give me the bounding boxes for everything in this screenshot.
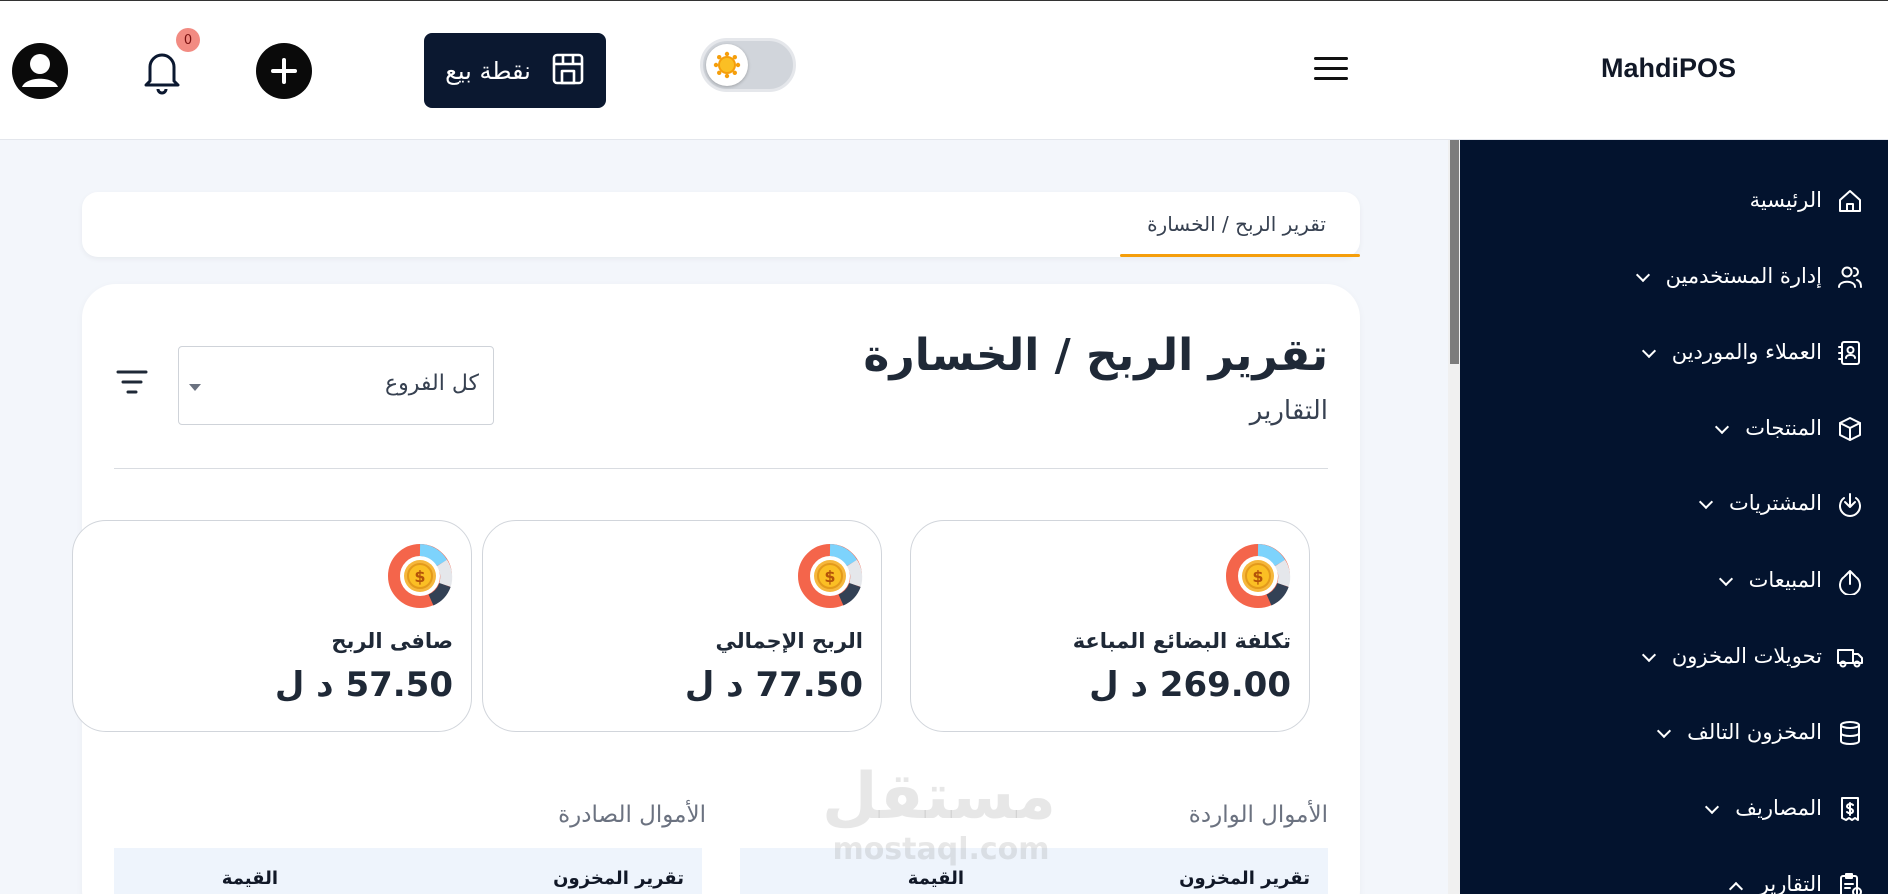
sidebar-item-label: الرئيسية [1749, 188, 1822, 212]
sidebar-item-3[interactable]: العملاء والموردين [1460, 328, 1888, 378]
receipt-icon [1841, 797, 1859, 821]
sidebar-item-4[interactable]: المنتجات [1460, 404, 1888, 454]
sidebar-item-6[interactable]: المبيعات [1460, 556, 1888, 606]
notification-badge: 0 [176, 28, 200, 52]
stat-card: $ تكلفة البضائع المباعة 269.00 د ل [910, 520, 1310, 732]
sidebar-item-10[interactable]: التقارير [1460, 860, 1888, 894]
sidebar-item-label: المنتجات [1715, 416, 1822, 440]
breadcrumb-current[interactable]: تقرير الربح / الخسارة [1147, 212, 1326, 236]
coin-chart-icon: $ [1226, 544, 1291, 608]
svg-text:$: $ [414, 567, 425, 586]
stat-card: $ صافى الربح 57.50 د ل [72, 520, 472, 732]
filter-icon[interactable] [116, 368, 148, 396]
branch-select-value: كل الفروع [385, 371, 479, 396]
chevron-down-icon [1698, 494, 1714, 510]
chevron-down-icon [1715, 419, 1730, 435]
chevron-down-icon [1641, 343, 1656, 359]
sidebar-item-label: المبيعات [1718, 568, 1822, 592]
branch-select[interactable]: كل الفروع [178, 346, 494, 425]
sidebar-item-5[interactable]: المشتريات [1460, 479, 1888, 529]
chevron-down-icon [1718, 571, 1733, 587]
svg-text:$: $ [1252, 567, 1263, 586]
report-icon [1840, 873, 1862, 894]
plus-icon [271, 58, 297, 84]
outgoing-col-value: القيمة [221, 868, 278, 889]
sidebar-item-label: العملاء والموردين [1641, 340, 1822, 364]
add-button[interactable] [256, 43, 312, 99]
page-title: تقرير الربح / الخسارة [863, 330, 1328, 381]
sun-icon [706, 44, 748, 86]
sidebar-item-9[interactable]: المصاريف [1460, 784, 1888, 834]
caret-down-icon [189, 384, 201, 391]
outgoing-col-report: تقرير المخزون [553, 868, 684, 889]
incoming-col-report: تقرير المخزون [1179, 868, 1310, 889]
download-icon [1839, 493, 1861, 517]
store-icon [551, 52, 585, 90]
sidebar-item-label: التقارير [1728, 872, 1822, 894]
coin-chart-icon: $ [388, 544, 453, 608]
home-icon [1839, 190, 1861, 212]
top-bar: MahdiPOS نقطة بيع 0 [0, 0, 1888, 140]
database-icon [1840, 721, 1860, 745]
contacts-icon [1838, 341, 1860, 365]
point-of-sale-label: نقطة بيع [445, 56, 531, 85]
scrollbar[interactable] [1448, 140, 1460, 894]
incoming-col-value: القيمة [907, 868, 964, 889]
chevron-down-icon [1641, 647, 1656, 663]
page-subtitle: التقارير [1249, 396, 1328, 426]
sidebar-item-label: المخزون التالف [1657, 720, 1822, 744]
stat-value: 57.50 د ل [274, 665, 453, 705]
scrollbar-thumb[interactable] [1450, 140, 1459, 364]
chevron-down-icon [1657, 723, 1672, 739]
sidebar-item-label: المشتريات [1698, 491, 1822, 515]
stat-label: الربح الإجمالي [715, 629, 863, 653]
breadcrumb-underline [1120, 254, 1360, 257]
stat-label: صافى الربح [331, 629, 453, 653]
outgoing-table-header: تقرير المخزون القيمة [114, 848, 702, 894]
svg-text:$: $ [824, 567, 835, 586]
brand-logo[interactable]: MahdiPOS [1601, 53, 1736, 84]
users-icon [1838, 266, 1862, 288]
sidebar-item-label: إدارة المستخدمين [1635, 264, 1822, 288]
stat-value: 77.50 د ل [684, 665, 863, 705]
menu-toggle-icon[interactable] [1314, 55, 1350, 83]
chevron-down-icon [1635, 267, 1650, 283]
incoming-money-title: الأموال الواردة [1188, 802, 1328, 828]
chevron-down-icon [1705, 799, 1720, 815]
user-avatar-icon[interactable] [12, 43, 68, 99]
stat-value: 269.00 د ل [1089, 665, 1291, 705]
point-of-sale-button[interactable]: نقطة بيع [424, 33, 606, 108]
stat-label: تكلفة البضائع المباعة [1072, 629, 1291, 653]
outgoing-money-title: الأموال الصادرة [558, 802, 706, 828]
incoming-table-header: تقرير المخزون القيمة [740, 848, 1328, 894]
breadcrumb: تقرير الربح / الخسارة [82, 192, 1360, 257]
box-icon [1839, 417, 1861, 441]
sidebar-item-label: المصاريف [1705, 796, 1822, 820]
stat-card: $ الربح الإجمالي 77.50 د ل [482, 520, 882, 732]
coin-chart-icon: $ [798, 544, 863, 608]
sidebar: الرئيسية إدارة المستخدمين العملاء والموردي… [1460, 140, 1888, 894]
report-card: تقرير الربح / الخسارة التقارير كل الفروع… [72, 284, 1360, 894]
sidebar-item-1[interactable]: الرئيسية [1460, 176, 1888, 226]
sidebar-item-7[interactable]: تحويلات المخزون [1460, 632, 1888, 682]
truck-icon [1837, 649, 1863, 668]
theme-toggle[interactable] [700, 38, 796, 92]
bell-icon[interactable] [140, 47, 184, 95]
upload-icon [1839, 570, 1861, 595]
sidebar-item-8[interactable]: المخزون التالف [1460, 708, 1888, 758]
divider [114, 468, 1328, 469]
sidebar-item-label: تحويلات المخزون [1641, 644, 1822, 668]
sidebar-item-2[interactable]: إدارة المستخدمين [1460, 252, 1888, 302]
chevron-up-icon [1728, 881, 1743, 894]
